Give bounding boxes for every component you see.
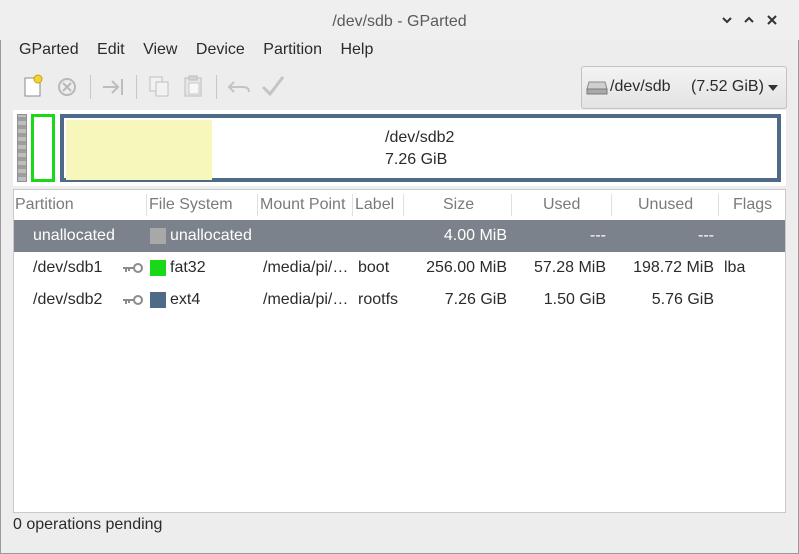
- menu-help[interactable]: Help: [340, 41, 373, 59]
- cell-flags: lba: [724, 259, 746, 276]
- apply-button[interactable]: [260, 73, 286, 99]
- partition-block-unallocated[interactable]: [17, 114, 27, 182]
- copy-icon: [149, 76, 169, 97]
- checkmark-icon: [261, 76, 285, 97]
- menu-bar: GParted Edit View Device Partition Help: [10, 41, 378, 65]
- cell-unused: 5.76 GiB: [651, 291, 714, 308]
- table-row[interactable]: unallocated unallocated 4.00 MiB --- ---: [14, 220, 785, 252]
- device-selector[interactable]: /dev/sdb (7.52 GiB): [581, 66, 787, 109]
- cell-unused: ---: [698, 227, 714, 244]
- menu-gparted[interactable]: GParted: [19, 41, 79, 59]
- menu-edit[interactable]: Edit: [97, 41, 125, 59]
- new-icon: [24, 74, 43, 97]
- fs-color-swatch: [150, 292, 166, 308]
- column-header-unused[interactable]: Unused: [638, 190, 693, 220]
- resize-move-icon: [103, 79, 123, 95]
- cell-used: 57.28 MiB: [533, 259, 606, 276]
- device-size: (7.52 GiB): [691, 78, 764, 95]
- cell-filesystem: unallocated: [170, 227, 252, 244]
- key-icon: [123, 263, 143, 273]
- cell-label: boot: [358, 259, 390, 276]
- close-button[interactable]: [762, 10, 782, 30]
- undo-button[interactable]: [226, 73, 252, 99]
- fs-color-swatch: [150, 228, 166, 244]
- column-header-mountpoint[interactable]: Mount Point: [260, 190, 345, 220]
- column-header-partition[interactable]: Partition: [15, 190, 74, 220]
- maximize-icon: [744, 16, 754, 23]
- title-bar: /dev/sdb - GParted: [0, 0, 799, 40]
- cell-size: 256.00 MiB: [426, 259, 507, 276]
- fs-color-swatch: [150, 260, 166, 276]
- harddisk-icon: [586, 81, 608, 95]
- delete-partition-button[interactable]: [54, 73, 80, 99]
- paste-button[interactable]: [180, 73, 206, 99]
- menu-device[interactable]: Device: [196, 41, 245, 59]
- partition-map: /dev/sdb2 7.26 GiB: [13, 110, 786, 186]
- column-header-used[interactable]: Used: [543, 190, 580, 220]
- new-partition-button[interactable]: [20, 73, 46, 99]
- paste-icon: [184, 75, 202, 97]
- table-row[interactable]: /dev/sdb1 fat32 /media/pi/… boot 256.00 …: [14, 252, 785, 284]
- cell-unused: 198.72 MiB: [633, 259, 714, 276]
- delete-icon: [58, 78, 76, 96]
- maximize-button[interactable]: [739, 10, 759, 30]
- gparted-window: /dev/sdb - GParted GParted Edit View Dev…: [0, 0, 799, 554]
- menu-view[interactable]: View: [143, 41, 177, 59]
- chevron-down-icon: [768, 85, 778, 91]
- undo-icon: [227, 81, 250, 93]
- partition-block-sdb2[interactable]: /dev/sdb2 7.26 GiB: [60, 114, 781, 182]
- usage-fill: [66, 120, 212, 180]
- cell-label: rootfs: [358, 291, 399, 308]
- close-icon: [767, 15, 777, 25]
- cell-mountpoint: /media/pi/…: [263, 291, 349, 308]
- partition-map-size: 7.26 GiB: [385, 151, 448, 168]
- cell-used: ---: [590, 227, 606, 244]
- menu-partition[interactable]: Partition: [263, 41, 322, 59]
- cell-partition: /dev/sdb1: [33, 259, 103, 276]
- minimize-icon: [722, 17, 732, 24]
- device-name: /dev/sdb: [610, 78, 671, 95]
- cell-partition: /dev/sdb2: [33, 291, 103, 308]
- cell-mountpoint: /media/pi/…: [263, 259, 349, 276]
- partition-map-name: /dev/sdb2: [385, 129, 455, 146]
- minimize-button[interactable]: [717, 10, 737, 30]
- cell-filesystem: fat32: [170, 259, 206, 276]
- cell-size: 4.00 MiB: [443, 227, 507, 244]
- column-header-size[interactable]: Size: [443, 190, 474, 220]
- cell-partition: unallocated: [33, 227, 115, 244]
- window-title: /dev/sdb - GParted: [332, 13, 467, 30]
- copy-button[interactable]: [146, 73, 172, 99]
- column-header-filesystem[interactable]: File System: [149, 190, 233, 220]
- column-header-label[interactable]: Label: [355, 190, 394, 220]
- cell-filesystem: ext4: [170, 291, 201, 308]
- column-header-flags[interactable]: Flags: [733, 190, 772, 220]
- partition-block-sdb1[interactable]: [31, 114, 55, 182]
- resize-move-button[interactable]: [100, 73, 126, 99]
- cell-size: 7.26 GiB: [444, 291, 507, 308]
- partition-table: Partition File System Mount Point Label …: [13, 189, 786, 513]
- table-row[interactable]: /dev/sdb2 ext4 /media/pi/… rootfs 7.26 G…: [14, 284, 785, 316]
- status-text: 0 operations pending: [13, 516, 163, 533]
- cell-used: 1.50 GiB: [543, 291, 606, 308]
- key-icon: [123, 295, 143, 305]
